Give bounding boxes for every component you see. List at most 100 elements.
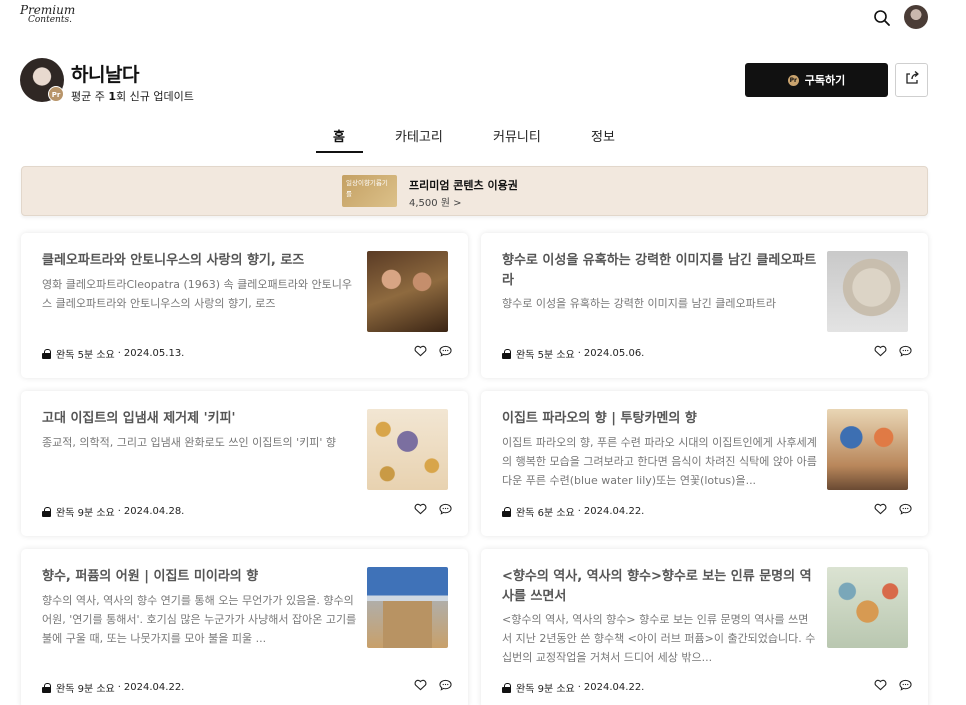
post-card[interactable]: 향수로 이성을 유혹하는 강력한 이미지를 남긴 클레오파트라 향수로 이성을 … (481, 233, 928, 378)
post-card[interactable]: 클레오파트라와 안토니우스의 사랑의 향기, 로즈 영화 클레오파트라Cleop… (21, 233, 468, 378)
user-avatar[interactable] (904, 5, 928, 29)
frequency-prefix: 평균 주 (71, 90, 109, 103)
meta-separator: · (117, 682, 121, 693)
post-card[interactable]: <향수의 역사, 역사의 향수>향수로 보는 인류 문명의 역사를 쓰면서 <향… (481, 549, 928, 705)
like-heart-icon[interactable] (414, 679, 427, 691)
post-date: 2024.05.06. (583, 348, 645, 359)
like-heart-icon[interactable] (414, 345, 427, 357)
read-time: 완독 9분 소요 (56, 684, 115, 695)
premium-contents-logo[interactable]: Premium Contents. (20, 3, 76, 25)
meta-separator: · (117, 348, 121, 359)
post-date: 2024.05.13. (123, 348, 185, 359)
post-actions (414, 679, 452, 691)
banner-title: 프리미엄 콘텐츠 이용권 (409, 179, 518, 192)
share-icon (904, 70, 920, 90)
premium-badge: Pr (48, 86, 64, 102)
post-thumbnail (827, 567, 908, 648)
like-heart-icon[interactable] (414, 503, 427, 515)
post-date: 2024.04.22. (123, 682, 185, 693)
post-meta: 완독 6분 소요 · 2024.04.22. (502, 504, 644, 519)
banner-price: 4,500 원 > (409, 198, 462, 209)
premium-pass-banner[interactable]: 일상이향기롭기를 프리미엄 콘텐츠 이용권 4,500 원 > (21, 166, 928, 216)
comment-icon[interactable] (899, 345, 912, 357)
meta-separator: · (577, 506, 581, 517)
read-time: 완독 5분 소요 (516, 350, 575, 361)
post-description: 이집트 파라오의 향, 푸른 수련 파라오 시대의 이집트인에게 사후세계의 행… (502, 436, 817, 487)
premium-mini-icon: Pr (787, 74, 799, 86)
post-title: 향수, 퍼퓸의 어원 | 이집트 미이라의 향 (42, 569, 259, 584)
post-actions (874, 679, 912, 691)
like-heart-icon[interactable] (874, 345, 887, 357)
read-time: 완독 9분 소요 (56, 508, 115, 519)
tab-info[interactable]: 정보 (591, 126, 615, 145)
post-thumbnail (367, 567, 448, 648)
meta-separator: · (577, 682, 581, 693)
comment-icon[interactable] (899, 679, 912, 691)
post-thumbnail (367, 251, 448, 332)
tab-community[interactable]: 커뮤니티 (493, 126, 541, 145)
post-thumbnail (367, 409, 448, 490)
lock-icon (502, 506, 511, 517)
post-title: 향수로 이성을 유혹하는 강력한 이미지를 남긴 클레오파트라 (502, 253, 817, 288)
subscribe-button[interactable]: Pr 구독하기 (745, 63, 888, 97)
meta-separator: · (577, 348, 581, 359)
lock-icon (502, 682, 511, 693)
like-heart-icon[interactable] (874, 679, 887, 691)
post-description: 향수로 이성을 유혹하는 강력한 이미지를 남긴 클레오파트라 (502, 297, 776, 310)
post-date: 2024.04.22. (583, 506, 645, 517)
creator-header: Pr 하니날다 평균 주 1회 신규 업데이트 (20, 58, 520, 104)
post-date: 2024.04.28. (123, 506, 185, 517)
read-time: 완독 5분 소요 (56, 350, 115, 361)
comment-icon[interactable] (439, 679, 452, 691)
top-bar: Premium Contents. (0, 0, 966, 40)
post-title: 이집트 파라오의 향 | 투탕카멘의 향 (502, 411, 697, 426)
search-icon[interactable] (872, 8, 892, 28)
post-meta: 완독 9분 소요 · 2024.04.28. (42, 504, 184, 519)
comment-icon[interactable] (899, 503, 912, 515)
post-meta: 완독 5분 소요 · 2024.05.06. (502, 346, 644, 361)
post-title: <향수의 역사, 역사의 향수>향수로 보는 인류 문명의 역사를 쓰면서 (502, 569, 812, 604)
post-description: <향수의 역사, 역사의 향수> 향수로 보는 인류 문명의 역사를 쓰면서 지… (502, 613, 816, 664)
tab-category[interactable]: 카테고리 (395, 126, 443, 145)
post-card[interactable]: 고대 이집트의 입냄새 제거제 '키피' 종교적, 의학적, 그리고 입냄새 완… (21, 391, 468, 536)
post-thumbnail (827, 251, 908, 332)
post-meta: 완독 9분 소요 · 2024.04.22. (502, 680, 644, 695)
read-time: 완독 6분 소요 (516, 508, 575, 519)
read-time: 완독 9분 소요 (516, 684, 575, 695)
post-title: 고대 이집트의 입냄새 제거제 '키피' (42, 411, 236, 426)
lock-icon (42, 682, 51, 693)
post-thumbnail (827, 409, 908, 490)
post-meta: 완독 9분 소요 · 2024.04.22. (42, 680, 184, 695)
post-title: 클레오파트라와 안토니우스의 사랑의 향기, 로즈 (42, 253, 305, 268)
lock-icon (42, 506, 51, 517)
post-meta: 완독 5분 소요 · 2024.05.13. (42, 346, 184, 361)
post-actions (414, 345, 452, 357)
post-card[interactable]: 이집트 파라오의 향 | 투탕카멘의 향 이집트 파라오의 향, 푸른 수련 파… (481, 391, 928, 536)
lock-icon (42, 348, 51, 359)
logo-line-2: Contents. (28, 15, 72, 25)
post-description: 영화 클레오파트라Cleopatra (1963) 속 클레오패트라와 안토니우… (42, 278, 352, 310)
post-description: 종교적, 의학적, 그리고 입냄새 완화로도 쓰인 이집트의 '키피' 향 (42, 436, 337, 449)
logo-line-1: Premium (20, 3, 76, 17)
post-actions (874, 503, 912, 515)
share-button[interactable] (895, 63, 928, 97)
meta-separator: · (117, 506, 121, 517)
frequency-count: 1 (108, 90, 117, 103)
update-frequency: 평균 주 1회 신규 업데이트 (71, 88, 194, 104)
active-tab-indicator (316, 151, 363, 153)
like-heart-icon[interactable] (874, 503, 887, 515)
voucher-image: 일상이향기롭기를 (342, 175, 397, 207)
subscribe-label: 구독하기 (804, 74, 846, 87)
post-actions (874, 345, 912, 357)
tab-home[interactable]: 홈 (333, 126, 345, 145)
comment-icon[interactable] (439, 503, 452, 515)
post-actions (414, 503, 452, 515)
post-description: 향수의 역사, 역사의 향수 연기를 통해 오는 무언가가 있음을. 향수의 어… (42, 594, 357, 645)
creator-name: 하니날다 (71, 64, 139, 86)
post-date: 2024.04.22. (583, 682, 645, 693)
tab-bar: 홈 카테고리 커뮤니티 정보 (316, 126, 646, 154)
comment-icon[interactable] (439, 345, 452, 357)
post-card[interactable]: 향수, 퍼퓸의 어원 | 이집트 미이라의 향 향수의 역사, 역사의 향수 연… (21, 549, 468, 705)
frequency-suffix: 회 신규 업데이트 (116, 90, 194, 103)
lock-icon (502, 348, 511, 359)
